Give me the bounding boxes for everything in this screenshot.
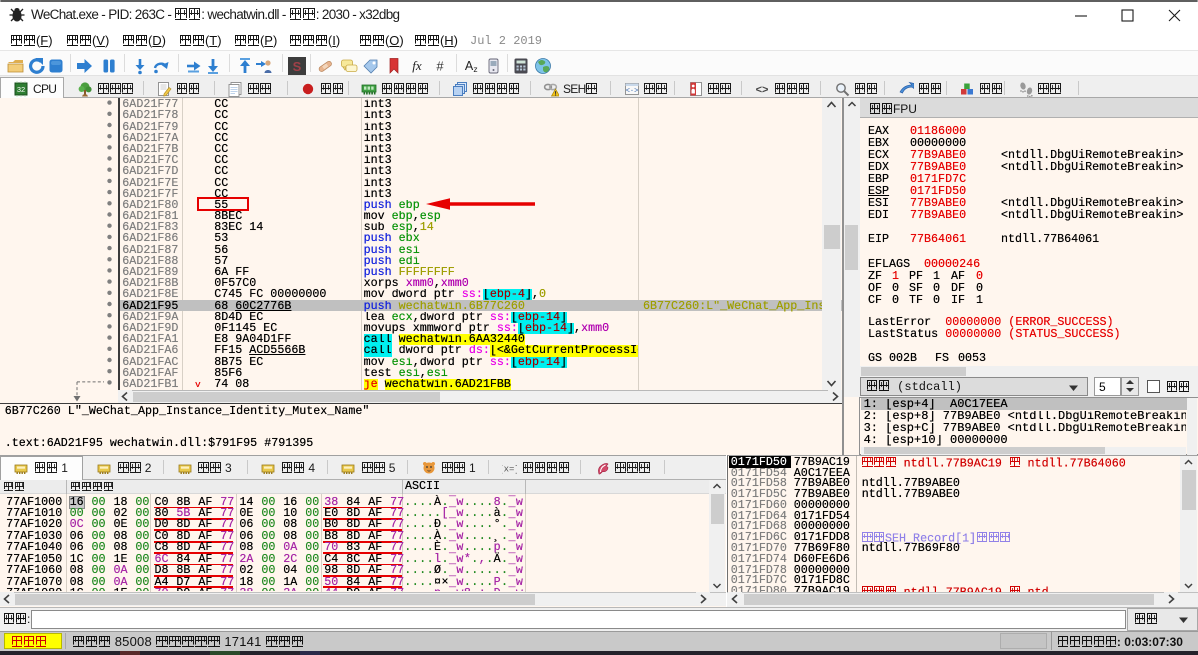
- svg-text:S: S: [293, 59, 302, 74]
- svg-text:#: #: [436, 59, 444, 74]
- svg-text:z: z: [473, 64, 477, 74]
- svg-text:[x=]: [x=]: [502, 465, 517, 475]
- svg-text:<>: <>: [756, 84, 769, 96]
- svg-text:32: 32: [17, 85, 25, 94]
- svg-text:fx: fx: [412, 58, 422, 73]
- svg-text:<·>: <·>: [626, 88, 639, 96]
